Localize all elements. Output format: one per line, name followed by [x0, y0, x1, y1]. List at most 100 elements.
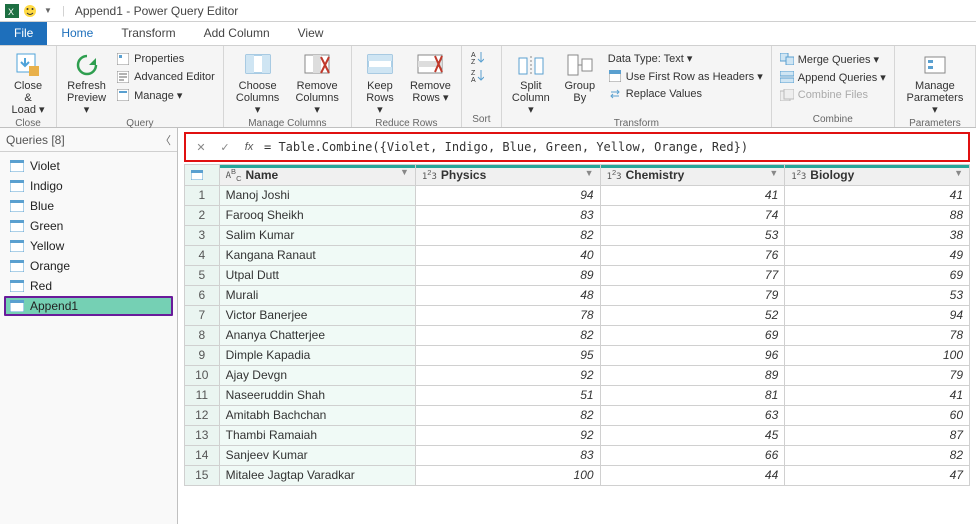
data-type-button[interactable]: Data Type: Text ▾: [606, 51, 765, 66]
manage-button[interactable]: Manage ▾: [114, 87, 217, 103]
table-corner[interactable]: [185, 165, 220, 186]
tab-home[interactable]: Home: [47, 22, 107, 45]
cell-physics[interactable]: 82: [415, 225, 600, 245]
properties-button[interactable]: Properties: [114, 51, 217, 67]
cell-biology[interactable]: 41: [785, 385, 970, 405]
cell-name[interactable]: Mitalee Jagtap Varadkar: [219, 465, 415, 485]
cell-physics[interactable]: 82: [415, 325, 600, 345]
cell-name[interactable]: Sanjeev Kumar: [219, 445, 415, 465]
sort-desc-button[interactable]: ZA: [468, 67, 486, 83]
row-number[interactable]: 8: [185, 325, 220, 345]
merge-queries-button[interactable]: Merge Queries ▾: [778, 51, 888, 67]
cell-physics[interactable]: 95: [415, 345, 600, 365]
advanced-editor-button[interactable]: Advanced Editor: [114, 69, 217, 85]
cell-physics[interactable]: 78: [415, 305, 600, 325]
row-number[interactable]: 2: [185, 205, 220, 225]
table-row[interactable]: 7Victor Banerjee785294: [185, 305, 970, 325]
collapse-icon[interactable]: 〈: [160, 132, 171, 148]
table-row[interactable]: 9Dimple Kapadia9596100: [185, 345, 970, 365]
cell-name[interactable]: Thambi Ramaiah: [219, 425, 415, 445]
choose-columns-button[interactable]: Choose Columns ▾: [230, 49, 286, 118]
cell-chemistry[interactable]: 81: [600, 385, 785, 405]
combine-files-button[interactable]: Combine Files: [778, 87, 888, 103]
replace-values-button[interactable]: Replace Values: [606, 86, 765, 102]
cell-physics[interactable]: 83: [415, 445, 600, 465]
formula-text[interactable]: = Table.Combine({Violet, Indigo, Blue, G…: [264, 140, 748, 154]
dropdown-icon[interactable]: ▼: [40, 3, 56, 19]
row-number[interactable]: 11: [185, 385, 220, 405]
cell-chemistry[interactable]: 52: [600, 305, 785, 325]
cell-name[interactable]: Ananya Chatterjee: [219, 325, 415, 345]
cell-physics[interactable]: 94: [415, 185, 600, 205]
column-header-chemistry[interactable]: 123 Chemistry▼: [600, 165, 785, 186]
split-column-button[interactable]: Split Column ▾: [508, 49, 554, 118]
tab-transform[interactable]: Transform: [107, 22, 189, 45]
data-grid[interactable]: ABC Name▼123 Physics▼123 Chemistry▼123 B…: [184, 164, 970, 486]
table-row[interactable]: 15Mitalee Jagtap Varadkar1004447: [185, 465, 970, 485]
group-by-button[interactable]: Group By: [558, 49, 602, 106]
cell-chemistry[interactable]: 63: [600, 405, 785, 425]
cell-chemistry[interactable]: 89: [600, 365, 785, 385]
column-header-name[interactable]: ABC Name▼: [219, 165, 415, 186]
row-number[interactable]: 9: [185, 345, 220, 365]
cell-name[interactable]: Farooq Sheikh: [219, 205, 415, 225]
cell-biology[interactable]: 69: [785, 265, 970, 285]
table-row[interactable]: 8Ananya Chatterjee826978: [185, 325, 970, 345]
cell-physics[interactable]: 40: [415, 245, 600, 265]
query-item-green[interactable]: Green: [4, 216, 173, 236]
table-row[interactable]: 11Naseeruddin Shah518141: [185, 385, 970, 405]
query-item-yellow[interactable]: Yellow: [4, 236, 173, 256]
cell-chemistry[interactable]: 45: [600, 425, 785, 445]
cell-name[interactable]: Ajay Devgn: [219, 365, 415, 385]
cell-physics[interactable]: 83: [415, 205, 600, 225]
table-row[interactable]: 1Manoj Joshi944141: [185, 185, 970, 205]
keep-rows-button[interactable]: Keep Rows ▾: [358, 49, 402, 118]
cell-name[interactable]: Amitabh Bachchan: [219, 405, 415, 425]
table-row[interactable]: 14Sanjeev Kumar836682: [185, 445, 970, 465]
cell-name[interactable]: Dimple Kapadia: [219, 345, 415, 365]
column-dropdown-icon[interactable]: ▼: [954, 168, 963, 178]
cell-physics[interactable]: 92: [415, 425, 600, 445]
table-row[interactable]: 13Thambi Ramaiah924587: [185, 425, 970, 445]
cell-biology[interactable]: 94: [785, 305, 970, 325]
formula-bar[interactable]: ✕ ✓ fx = Table.Combine({Violet, Indigo, …: [184, 132, 970, 162]
row-number[interactable]: 10: [185, 365, 220, 385]
append-queries-button[interactable]: Append Queries ▾: [778, 69, 888, 85]
query-item-orange[interactable]: Orange: [4, 256, 173, 276]
row-number[interactable]: 5: [185, 265, 220, 285]
row-number[interactable]: 14: [185, 445, 220, 465]
tab-add-column[interactable]: Add Column: [190, 22, 284, 45]
row-number[interactable]: 7: [185, 305, 220, 325]
cell-biology[interactable]: 87: [785, 425, 970, 445]
cell-biology[interactable]: 88: [785, 205, 970, 225]
table-row[interactable]: 5Utpal Dutt897769: [185, 265, 970, 285]
cell-name[interactable]: Salim Kumar: [219, 225, 415, 245]
tab-view[interactable]: View: [284, 22, 338, 45]
table-row[interactable]: 3Salim Kumar825338: [185, 225, 970, 245]
cell-physics[interactable]: 51: [415, 385, 600, 405]
row-number[interactable]: 15: [185, 465, 220, 485]
cell-biology[interactable]: 100: [785, 345, 970, 365]
query-item-append1[interactable]: Append1: [4, 296, 173, 316]
cell-chemistry[interactable]: 96: [600, 345, 785, 365]
table-row[interactable]: 12Amitabh Bachchan826360: [185, 405, 970, 425]
table-row[interactable]: 10Ajay Devgn928979: [185, 365, 970, 385]
cell-chemistry[interactable]: 41: [600, 185, 785, 205]
cell-chemistry[interactable]: 66: [600, 445, 785, 465]
cell-biology[interactable]: 38: [785, 225, 970, 245]
table-row[interactable]: 4Kangana Ranaut407649: [185, 245, 970, 265]
column-dropdown-icon[interactable]: ▼: [585, 168, 594, 178]
column-header-physics[interactable]: 123 Physics▼: [415, 165, 600, 186]
accept-formula-icon[interactable]: ✓: [216, 138, 234, 156]
row-number[interactable]: 4: [185, 245, 220, 265]
cell-physics[interactable]: 82: [415, 405, 600, 425]
cell-biology[interactable]: 53: [785, 285, 970, 305]
cell-biology[interactable]: 60: [785, 405, 970, 425]
tab-file[interactable]: File: [0, 22, 47, 45]
cell-chemistry[interactable]: 53: [600, 225, 785, 245]
table-row[interactable]: 6Murali487953: [185, 285, 970, 305]
cell-physics[interactable]: 48: [415, 285, 600, 305]
cell-physics[interactable]: 89: [415, 265, 600, 285]
cell-biology[interactable]: 47: [785, 465, 970, 485]
cell-name[interactable]: Victor Banerjee: [219, 305, 415, 325]
